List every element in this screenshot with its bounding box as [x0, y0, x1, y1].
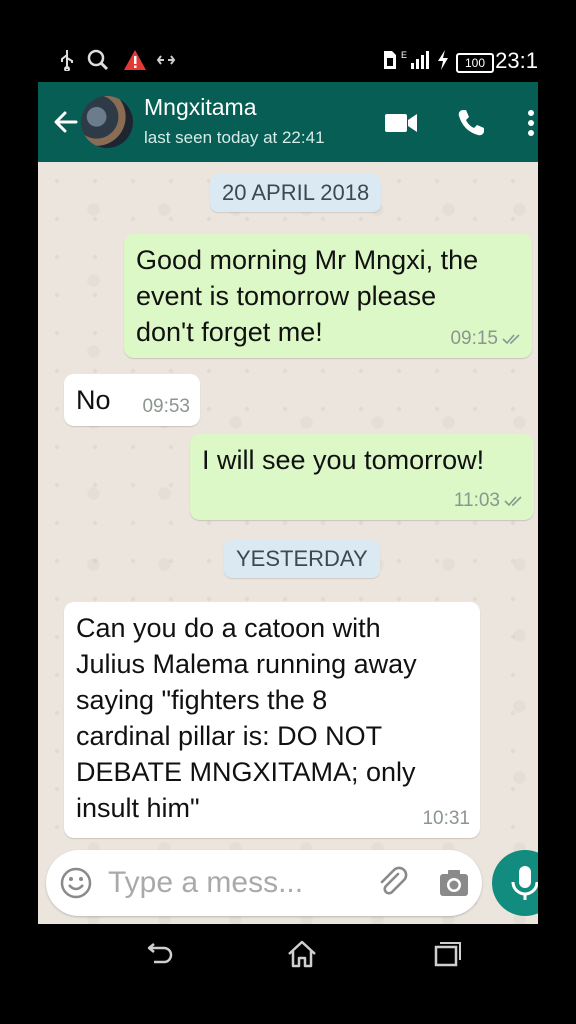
avatar[interactable]: [81, 96, 133, 148]
link-icon: [154, 48, 178, 72]
warning-icon: [122, 48, 148, 72]
message-bubble-outgoing[interactable]: I will see you tomorrow! 11:03: [190, 434, 534, 520]
chat-header: Mngxitama last seen today at 22:41: [38, 82, 538, 162]
search-icon: [86, 48, 110, 72]
sim-icon: [382, 48, 398, 72]
message-bubble-outgoing[interactable]: Good morning Mr Mngxi, the event is tomo…: [124, 234, 532, 358]
last-seen-status: last seen today at 22:41: [144, 128, 325, 147]
phone-screen: E 100 23:1 Mngxitama last seen today at …: [38, 40, 538, 924]
message-input[interactable]: [108, 862, 358, 904]
message-time: 09:53: [142, 396, 190, 417]
svg-text:E: E: [401, 50, 407, 60]
signal-icon: E: [400, 48, 430, 72]
more-vert-icon[interactable]: [526, 108, 536, 138]
clock: 23:1: [495, 48, 538, 73]
message-meta: 11:03: [454, 490, 524, 512]
message-time: 09:15: [450, 328, 498, 349]
message-meta: 09:15: [450, 328, 522, 350]
phone-call-icon[interactable]: [456, 108, 486, 138]
mic-button[interactable]: [492, 850, 538, 916]
message-text: Good morning Mr Mngxi, the event is tomo…: [136, 245, 479, 347]
video-call-icon[interactable]: [384, 110, 418, 136]
message-time: 11:03: [453, 490, 500, 511]
message-text: Can you do a catoon with Julius Malema r…: [76, 613, 417, 823]
mic-icon: [511, 866, 538, 900]
contact-name[interactable]: Mngxitama: [144, 94, 256, 121]
usb-icon: [58, 48, 76, 72]
battery-icon: 100: [456, 53, 494, 73]
message-time: 10:31: [422, 808, 470, 829]
message-bubble-incoming[interactable]: No 09:53: [64, 374, 200, 426]
message-text: I will see you tomorrow!: [202, 445, 485, 475]
message-text: No: [76, 385, 111, 415]
message-bubble-incoming[interactable]: Can you do a catoon with Julius Malema r…: [64, 602, 480, 838]
attach-icon[interactable]: [376, 866, 410, 900]
status-bar: E 100 23:1: [38, 40, 538, 82]
camera-icon[interactable]: [438, 867, 470, 899]
emoji-icon[interactable]: [60, 867, 92, 899]
date-chip: YESTERDAY: [224, 540, 380, 578]
back-arrow-icon[interactable]: [50, 106, 82, 138]
home-nav-icon[interactable]: [284, 936, 320, 972]
back-nav-icon[interactable]: [140, 936, 176, 972]
message-meta: 10:31: [422, 808, 470, 830]
message-meta: 09:53: [142, 396, 190, 418]
chat-area[interactable]: 20 APRIL 2018 Good morning Mr Mngxi, the…: [38, 162, 538, 924]
read-ticks-icon: [502, 334, 520, 345]
read-ticks-icon: [504, 496, 522, 507]
charging-icon: [434, 48, 452, 72]
date-chip: 20 APRIL 2018: [210, 174, 382, 212]
message-input-bar: [46, 850, 482, 916]
recents-nav-icon[interactable]: [428, 936, 464, 972]
